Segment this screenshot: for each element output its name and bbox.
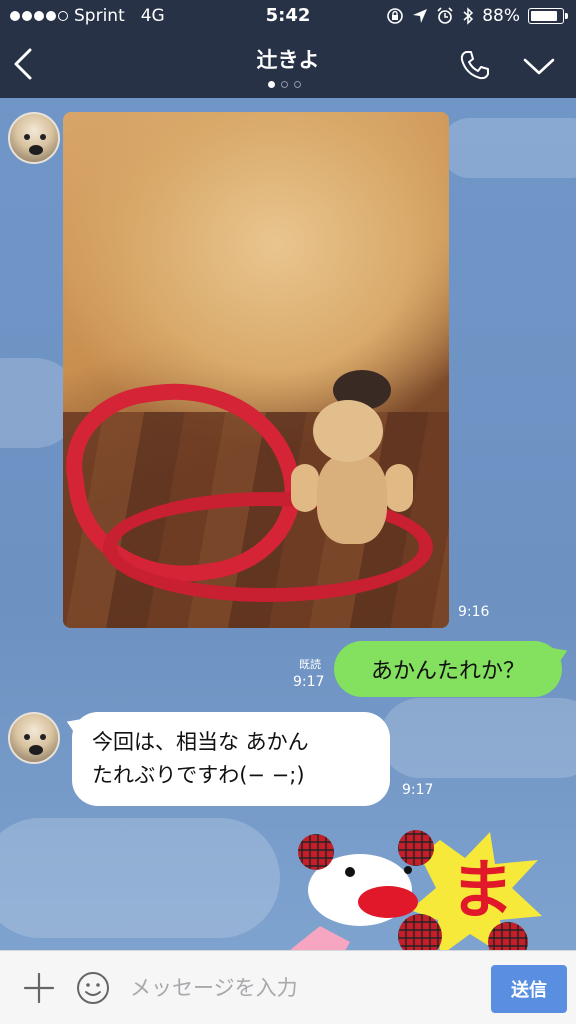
phone-icon[interactable] [458,48,492,82]
message-input-bar: 送信 [0,950,576,1024]
sticker-text: ま [450,854,514,928]
message-text-line: 今回は、相当な あかん [92,730,309,754]
page-dot [281,81,288,88]
outgoing-message[interactable]: あかんたれか？ [334,641,562,697]
message-time: 9:17 [402,782,434,798]
chat-header: 辻きよ [0,32,576,98]
incoming-message[interactable]: 今回は、相当な あかん たれぶりですわ(− −;) [72,712,390,806]
avatar[interactable] [8,712,60,764]
message-time: 9:16 [458,604,490,620]
location-icon [413,9,428,23]
message-text-line: たれぶりですわ(− −;) [92,763,305,787]
message-input[interactable] [130,969,470,1007]
chat-area[interactable]: 9:16 既読 9:17 あかんたれか？ 今回は、相当な あかん たれぶりですわ… [0,98,576,950]
page-dot [294,81,301,88]
alarm-icon [437,7,453,24]
page-dot [268,81,275,88]
plus-icon[interactable] [22,971,56,1005]
top-bar: Sprint 4G 5:42 88% 辻きよ [0,0,576,98]
bluetooth-icon [463,7,474,25]
shared-photo[interactable] [63,112,449,628]
message-text: あかんたれか？ [370,659,525,684]
status-bar: Sprint 4G 5:42 88% [0,0,576,32]
battery-percent: 88% [482,6,520,26]
sticker[interactable]: ま [290,830,550,950]
avatar[interactable] [8,112,60,164]
page-indicator [268,81,301,88]
emoji-icon[interactable] [76,971,110,1005]
battery-icon [528,8,568,24]
send-button[interactable]: 送信 [491,965,567,1013]
status-right: 88% [386,6,568,26]
read-receipt: 既読 [299,658,321,671]
chevron-down-icon[interactable] [522,56,556,78]
message-time: 9:17 [293,674,325,690]
battery-fill [531,11,558,21]
rotation-lock-icon [387,8,404,24]
